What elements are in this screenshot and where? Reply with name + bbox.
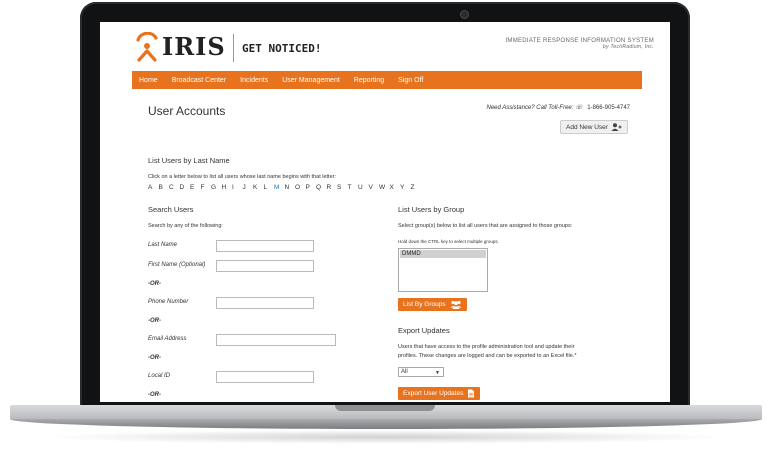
export-filter-value: All	[401, 369, 408, 375]
export-title: Export Updates	[398, 326, 450, 335]
page-title: User Accounts	[148, 104, 226, 118]
last-name-label: Last Name	[148, 242, 178, 248]
letter-link-k[interactable]: K	[253, 184, 264, 191]
groups-hint: Hold down the CTRL key to select multipl…	[398, 239, 499, 244]
letter-link-v[interactable]: V	[369, 184, 380, 191]
letter-link-s[interactable]: S	[337, 184, 348, 191]
letter-link-r[interactable]: R	[327, 184, 338, 191]
nav-user-management[interactable]: User Management	[275, 77, 347, 84]
export-description-2: profiles. These changes are logged and c…	[398, 353, 577, 359]
letter-link-t[interactable]: T	[348, 184, 359, 191]
group-option[interactable]: DMMD	[400, 250, 486, 258]
phone-icon: ☏	[575, 105, 583, 111]
by-last-name-title: List Users by Last Name	[148, 156, 230, 165]
letter-link-d[interactable]: D	[180, 184, 191, 191]
list-by-groups-label: List By Groups	[403, 301, 446, 308]
letter-list: ABCDEFGHIJKLMNOPQRSTUVWXYZ	[148, 184, 421, 191]
or-separator: -OR-	[148, 318, 161, 324]
laptop-notch	[335, 405, 435, 411]
letter-link-f[interactable]: F	[201, 184, 212, 191]
site-header: IRIS GET NOTICED! IMMEDIATE RESPONSE INF…	[100, 22, 670, 70]
export-user-updates-button[interactable]: Export User Updates	[398, 387, 481, 400]
groups-title: List Users by Group	[398, 205, 465, 214]
or-separator: -OR-	[148, 355, 161, 361]
local-id-input[interactable]	[216, 371, 314, 383]
screen: IRIS GET NOTICED! IMMEDIATE RESPONSE INF…	[100, 22, 670, 402]
letter-link-i[interactable]: I	[232, 184, 243, 191]
group-icon	[450, 300, 462, 309]
laptop-base-lip	[10, 419, 762, 429]
local-id-label: Local ID	[148, 373, 171, 379]
letter-link-x[interactable]: X	[390, 184, 401, 191]
iris-logo-icon	[136, 32, 158, 62]
email-input[interactable]	[216, 334, 336, 346]
letter-link-w[interactable]: W	[379, 184, 390, 191]
groups-listbox[interactable]: DMMD	[398, 248, 488, 292]
letter-link-z[interactable]: Z	[411, 184, 422, 191]
nav-broadcast-center[interactable]: Broadcast Center	[165, 77, 233, 84]
first-name-input[interactable]	[216, 260, 314, 272]
add-new-user-button[interactable]: Add New User	[560, 120, 628, 134]
phone-label: Phone Number	[148, 299, 189, 305]
letter-link-b[interactable]: B	[159, 184, 170, 191]
list-by-groups-button[interactable]: List By Groups	[398, 298, 467, 311]
letter-link-q[interactable]: Q	[316, 184, 327, 191]
letter-link-g[interactable]: G	[211, 184, 222, 191]
letter-link-c[interactable]: C	[169, 184, 180, 191]
letter-link-o[interactable]: O	[295, 184, 306, 191]
assist-label: Need Assistance? Call Toll-Free:	[486, 105, 574, 111]
nav-reporting[interactable]: Reporting	[347, 77, 391, 84]
export-description-1: Users that have access to the profile ad…	[398, 344, 575, 350]
main-nav: Home Broadcast Center Incidents User Man…	[132, 71, 642, 89]
logo-divider	[233, 34, 234, 62]
export-filter-select[interactable]: All ▼	[398, 367, 444, 377]
letter-link-p[interactable]: P	[306, 184, 317, 191]
letter-link-n[interactable]: N	[285, 184, 296, 191]
or-separator: -OR-	[148, 392, 161, 398]
search-users-title: Search Users	[148, 205, 194, 214]
letter-link-j[interactable]: J	[243, 184, 254, 191]
nav-sign-off[interactable]: Sign Off	[391, 77, 430, 84]
nav-home[interactable]: Home	[132, 77, 165, 84]
or-separator: -OR-	[148, 281, 161, 287]
add-user-icon	[611, 123, 622, 131]
letter-link-e[interactable]: E	[190, 184, 201, 191]
system-name: IMMEDIATE RESPONSE INFORMATION SYSTEM by…	[505, 38, 654, 50]
add-user-label: Add New User	[566, 123, 608, 131]
letter-link-u[interactable]: U	[358, 184, 369, 191]
nav-incidents[interactable]: Incidents	[233, 77, 275, 84]
laptop-shadow	[40, 430, 730, 444]
letter-link-m[interactable]: M	[274, 184, 285, 191]
letter-link-l[interactable]: L	[264, 184, 275, 191]
tagline: GET NOTICED!	[242, 42, 322, 55]
chevron-down-icon: ▼	[435, 370, 440, 376]
letter-link-y[interactable]: Y	[400, 184, 411, 191]
assist-phone: 1-866-905-4747	[587, 105, 630, 111]
logo-text: IRIS	[162, 32, 226, 61]
email-label: Email Address	[148, 336, 187, 342]
last-name-input[interactable]	[216, 240, 314, 252]
camera-icon	[460, 10, 469, 19]
search-instructions: Search by any of the following:	[148, 223, 223, 229]
document-icon	[468, 389, 475, 398]
export-user-updates-label: Export User Updates	[403, 390, 464, 397]
phone-input[interactable]	[216, 297, 314, 309]
first-name-label: First Name (Optional)	[148, 262, 206, 268]
letter-link-a[interactable]: A	[148, 184, 159, 191]
letter-link-h[interactable]: H	[222, 184, 233, 191]
groups-instructions: Select group(s) below to list all users …	[398, 223, 573, 229]
system-by: by TechRadium, Inc.	[602, 44, 654, 50]
assistance-line: Need Assistance? Call Toll-Free: ☏ 1-866…	[487, 104, 631, 111]
by-last-name-instructions: Click on a letter below to list all user…	[148, 174, 337, 180]
